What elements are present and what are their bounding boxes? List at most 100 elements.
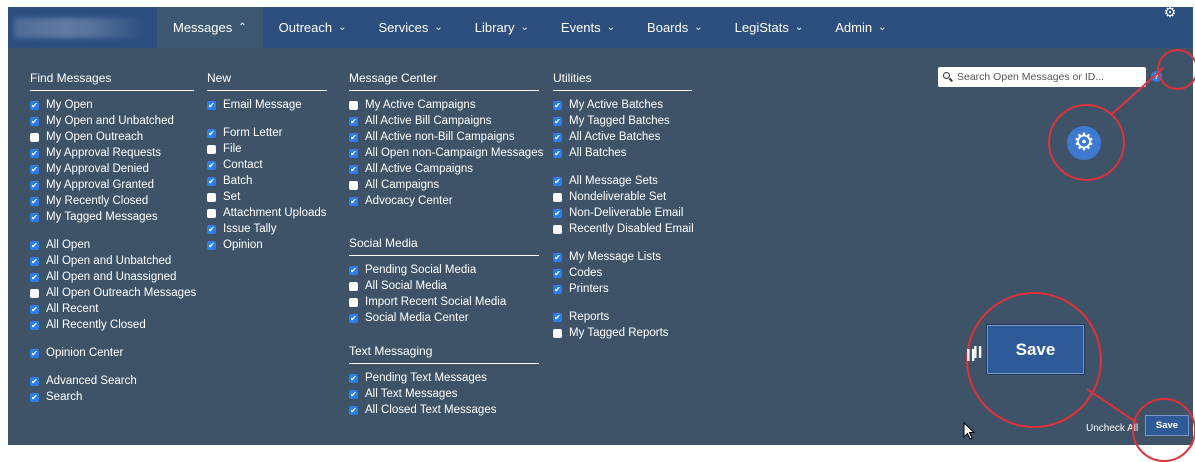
checkbox-checked-icon[interactable]: ✔ [30,304,39,314]
checkbox-unchecked-icon[interactable] [349,281,358,291]
menu-item[interactable]: ✔ All Open and Unbatched [30,253,194,269]
checkbox-checked-icon[interactable]: ✔ [349,313,358,323]
nav-item-services[interactable]: Services ⌄ [363,7,459,48]
checkbox-checked-icon[interactable]: ✔ [30,376,39,386]
checkbox-checked-icon[interactable]: ✔ [30,348,39,358]
checkbox-unchecked-icon[interactable] [349,100,358,110]
menu-item[interactable]: ✔ Advanced Search [30,373,194,389]
checkbox-checked-icon[interactable]: ✔ [207,176,216,186]
checkbox-checked-icon[interactable]: ✔ [349,389,358,399]
menu-item[interactable]: Attachment Uploads [207,205,327,221]
menu-item[interactable]: ✔ Opinion [207,237,327,253]
menu-item[interactable]: ✔ All Active Batches [553,129,692,145]
menu-item[interactable]: Recently Disabled Email [553,221,694,237]
nav-item-outreach[interactable]: Outreach ⌄ [263,7,363,48]
menu-item[interactable]: ✔ My Tagged Batches [553,113,692,129]
checkbox-unchecked-icon[interactable] [207,144,216,154]
checkbox-checked-icon[interactable]: ✔ [553,312,562,322]
menu-item[interactable]: ✔ Social Media Center [349,310,539,326]
menu-item[interactable]: ✔ My Message Lists [553,249,692,265]
checkbox-checked-icon[interactable]: ✔ [553,148,562,158]
menu-item[interactable]: ✔ All Active non-Bill Campaigns [349,129,539,145]
menu-item[interactable]: ✔ Email Message [207,97,327,113]
checkbox-checked-icon[interactable]: ✔ [30,240,39,250]
gear-icon[interactable]: ⚙ [1162,4,1178,20]
checkbox-checked-icon[interactable]: ✔ [553,132,562,142]
checkbox-checked-icon[interactable]: ✔ [349,116,358,126]
menu-item[interactable]: ✔ Contact [207,157,327,173]
checkbox-checked-icon[interactable]: ✔ [30,212,39,222]
checkbox-checked-icon[interactable]: ✔ [553,252,562,262]
checkbox-checked-icon[interactable]: ✔ [30,180,39,190]
checkbox-checked-icon[interactable]: ✔ [553,176,562,186]
menu-item[interactable]: ✔ Codes [553,265,692,281]
checkbox-checked-icon[interactable]: ✔ [349,132,358,142]
menu-item[interactable]: Set [207,189,327,205]
checkbox-checked-icon[interactable]: ✔ [207,240,216,250]
menu-item[interactable]: All Campaigns [349,177,539,193]
search-input[interactable] [957,71,1142,83]
menu-item[interactable]: ✔ Printers [553,281,692,297]
brand-logo[interactable] [14,18,144,38]
menu-item[interactable]: ✔ Form Letter [207,125,327,141]
nav-item-library[interactable]: Library ⌄ [459,7,545,48]
checkbox-unchecked-icon[interactable] [30,132,39,142]
menu-item[interactable]: ✔ Advocacy Center [349,193,539,209]
checkbox-checked-icon[interactable]: ✔ [553,284,562,294]
checkbox-unchecked-icon[interactable] [553,328,562,338]
menu-item[interactable]: ✔ Search [30,389,194,405]
menu-item[interactable]: ✔ All Active Bill Campaigns [349,113,539,129]
menu-item[interactable]: ✔ My Approval Requests [30,145,194,161]
checkbox-checked-icon[interactable]: ✔ [207,128,216,138]
nav-item-boards[interactable]: Boards ⌄ [631,7,719,48]
search-box[interactable] [938,67,1146,87]
menu-item[interactable]: Import Recent Social Media [349,294,539,310]
checkbox-checked-icon[interactable]: ✔ [553,208,562,218]
checkbox-checked-icon[interactable]: ✔ [30,272,39,282]
checkbox-checked-icon[interactable]: ✔ [30,196,39,206]
checkbox-unchecked-icon[interactable] [553,224,562,234]
menu-item[interactable]: ✔ Issue Tally [207,221,327,237]
menu-item[interactable]: ✔ My Approval Granted [30,177,194,193]
checkbox-unchecked-icon[interactable] [30,288,39,298]
menu-item[interactable]: ✔ All Recent [30,301,194,317]
menu-item[interactable]: ✔ My Approval Denied [30,161,194,177]
checkbox-checked-icon[interactable]: ✔ [553,268,562,278]
nav-item-events[interactable]: Events ⌄ [545,7,631,48]
checkbox-checked-icon[interactable]: ✔ [207,100,216,110]
checkbox-checked-icon[interactable]: ✔ [553,100,562,110]
checkbox-checked-icon[interactable]: ✔ [30,116,39,126]
checkbox-checked-icon[interactable]: ✔ [30,100,39,110]
uncheck-all-link[interactable]: Uncheck All [1086,423,1138,434]
menu-item[interactable]: ✔ All Batches [553,145,692,161]
menu-item[interactable]: ✔ All Active Campaigns [349,161,539,177]
checkbox-checked-icon[interactable]: ✔ [207,160,216,170]
checkbox-checked-icon[interactable]: ✔ [207,224,216,234]
checkbox-checked-icon[interactable]: ✔ [553,116,562,126]
nav-item-legistats[interactable]: LegiStats ⌄ [719,7,820,48]
menu-item[interactable]: ✔ My Open and Unbatched [30,113,194,129]
checkbox-checked-icon[interactable]: ✔ [349,265,358,275]
menu-item[interactable]: ✔ All Closed Text Messages [349,402,539,418]
checkbox-unchecked-icon[interactable] [349,180,358,190]
menu-item[interactable]: ✔ My Recently Closed [30,193,194,209]
checkbox-unchecked-icon[interactable] [349,297,358,307]
checkbox-checked-icon[interactable]: ✔ [30,148,39,158]
nav-item-admin[interactable]: Admin ⌄ [819,7,902,48]
menu-item[interactable]: ✔ My Active Batches [553,97,692,113]
menu-item[interactable]: ✔ All Message Sets [553,173,692,189]
menu-item[interactable]: File [207,141,327,157]
menu-item[interactable]: My Active Campaigns [349,97,539,113]
checkbox-checked-icon[interactable]: ✔ [349,373,358,383]
menu-item[interactable]: ✔ All Open and Unassigned [30,269,194,285]
menu-item[interactable]: ✔ Pending Social Media [349,262,539,278]
menu-item[interactable]: ✔ Pending Text Messages [349,370,539,386]
menu-item[interactable]: ✔ Opinion Center [30,345,194,361]
checkbox-unchecked-icon[interactable] [553,192,562,202]
menu-item[interactable]: ✔ My Open [30,97,194,113]
checkbox-checked-icon[interactable]: ✔ [349,196,358,206]
menu-item[interactable]: ✔ My Tagged Messages [30,209,194,225]
menu-item[interactable]: My Tagged Reports [553,325,692,341]
checkbox-checked-icon[interactable]: ✔ [349,405,358,415]
checkbox-checked-icon[interactable]: ✔ [30,320,39,330]
